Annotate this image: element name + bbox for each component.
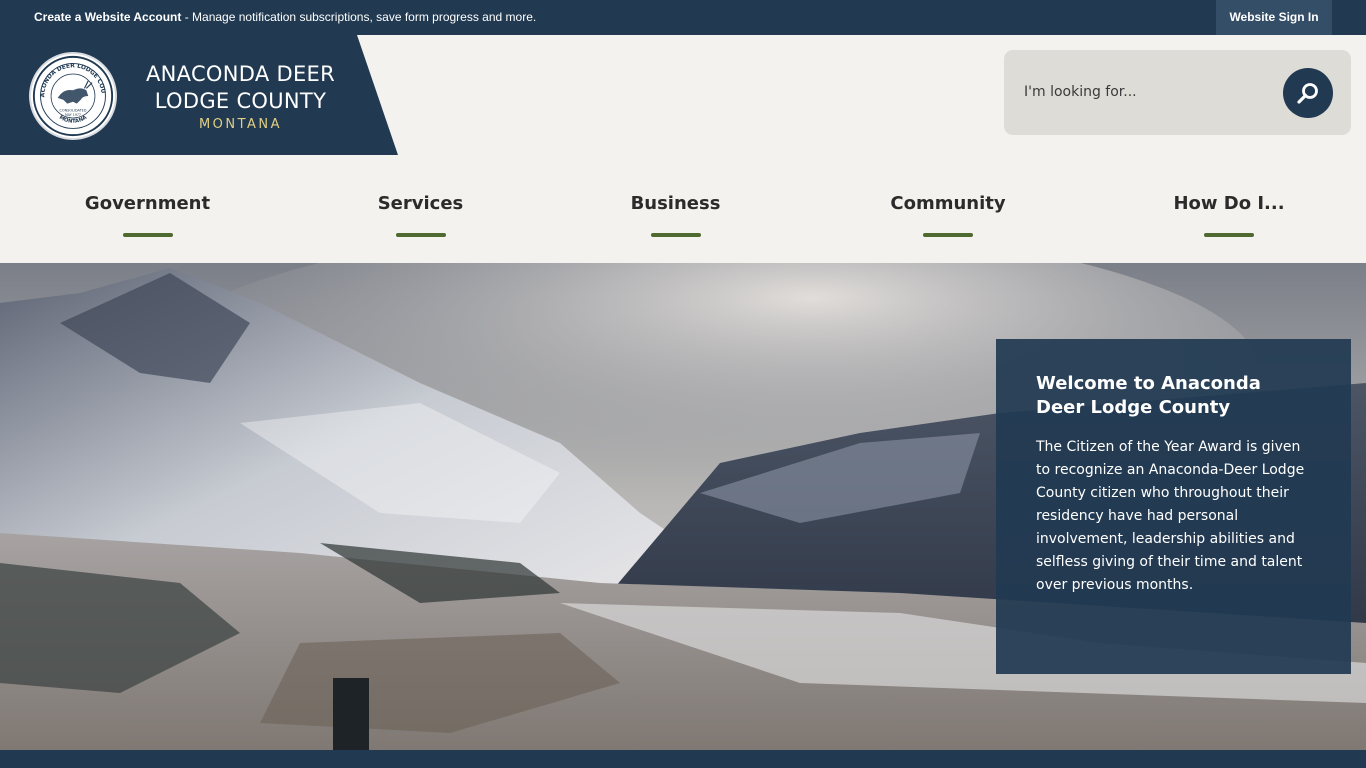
nav-underline bbox=[923, 233, 973, 237]
nav-label: How Do I... bbox=[1173, 193, 1285, 214]
nav-item-services[interactable]: Services bbox=[350, 193, 491, 243]
welcome-title: Welcome to Anaconda Deer Lodge County bbox=[1036, 373, 1261, 418]
search-input[interactable] bbox=[1024, 75, 1264, 109]
nav-item-business[interactable]: Business bbox=[605, 193, 746, 243]
top-bar: Create a Website Account - Manage notifi… bbox=[0, 0, 1366, 35]
county-name: ANACONDA DEER LODGE COUNTY bbox=[128, 61, 353, 115]
logo-home-link[interactable]: ANACONDA DEER LODGE COUNTY MONTANA CONSO… bbox=[0, 35, 398, 155]
nav-item-community[interactable]: Community bbox=[868, 193, 1028, 243]
account-notice: Create a Website Account - Manage notifi… bbox=[34, 0, 536, 35]
nav-underline bbox=[650, 233, 701, 237]
nav-label: Community bbox=[890, 193, 1006, 214]
nav-underline bbox=[122, 233, 173, 237]
nav-underline bbox=[395, 233, 446, 237]
county-seal-icon: ANACONDA DEER LODGE COUNTY MONTANA CONSO… bbox=[29, 52, 117, 140]
footer-strip bbox=[0, 750, 1366, 768]
site-search bbox=[1004, 50, 1351, 135]
nav-underline bbox=[1204, 233, 1254, 237]
search-button[interactable] bbox=[1283, 68, 1333, 118]
account-description: - Manage notification subscriptions, sav… bbox=[181, 10, 537, 24]
search-icon bbox=[1297, 83, 1318, 104]
nav-label: Government bbox=[84, 193, 211, 214]
county-name-line-2: LODGE COUNTY bbox=[154, 89, 327, 113]
nav-item-government[interactable]: Government bbox=[60, 193, 235, 243]
welcome-body: The Citizen of the Year Award is given t… bbox=[1036, 439, 1305, 593]
welcome-panel: Welcome to Anaconda Deer Lodge County Th… bbox=[996, 339, 1351, 674]
site-header: ANACONDA DEER LODGE COUNTY MONTANA CONSO… bbox=[0, 35, 1366, 263]
seal-text-consolidated: CONSOLIDATED bbox=[60, 108, 87, 112]
nav-label: Services bbox=[377, 193, 464, 214]
hero-banner: Welcome to Anaconda Deer Lodge County Th… bbox=[0, 263, 1366, 750]
create-account-link[interactable]: Create a Website Account bbox=[34, 10, 181, 24]
nav-item-how-do-i[interactable]: How Do I... bbox=[1154, 193, 1304, 243]
nav-label: Business bbox=[630, 193, 721, 214]
state-name: MONTANA bbox=[198, 117, 283, 132]
seal-text-date: MAY 1977 bbox=[65, 113, 81, 117]
county-name-line-1: ANACONDA DEER bbox=[145, 62, 335, 86]
website-sign-in-button[interactable]: Website Sign In bbox=[1216, 0, 1332, 35]
